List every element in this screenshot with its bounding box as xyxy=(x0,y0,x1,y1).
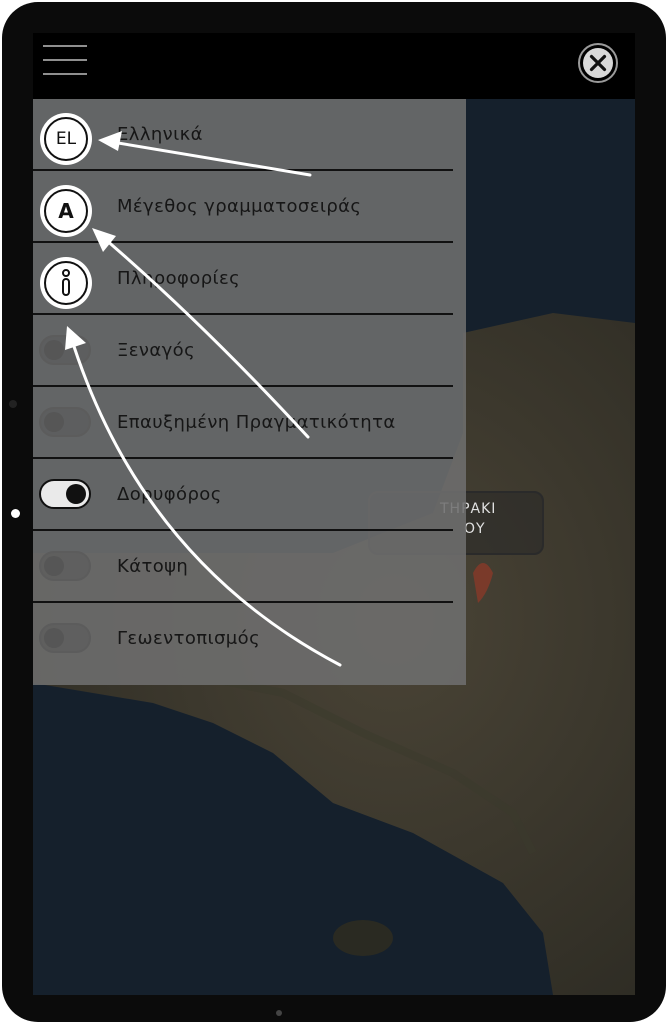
toggle-knob xyxy=(44,556,64,576)
guide-toggle[interactable] xyxy=(39,335,91,365)
menu-item-floorplan[interactable]: Κάτοψη xyxy=(33,531,466,603)
top-bar xyxy=(33,33,635,99)
menu-item-geolocation[interactable]: Γεωεντοπισμός xyxy=(33,603,466,675)
font-size-icon[interactable]: A xyxy=(40,185,92,237)
font-size-ring: A xyxy=(44,189,88,233)
toggle-knob xyxy=(44,412,64,432)
menu-item-label: Ελληνικά xyxy=(117,124,203,145)
toggle-knob xyxy=(44,628,64,648)
menu-item-guide[interactable]: Ξεναγός xyxy=(33,315,466,387)
toggle-knob xyxy=(66,484,86,504)
menu-item-satellite[interactable]: Δορυφόρος xyxy=(33,459,466,531)
language-el-icon[interactable]: EL xyxy=(40,113,92,165)
menu-item-font-size[interactable]: A Μέγεθος γραμματοσειράς xyxy=(33,171,466,243)
menu-item-label: Επαυξημένη Πραγματικότητα xyxy=(117,412,396,433)
satellite-toggle[interactable] xyxy=(39,479,91,509)
menu-item-label: Ξεναγός xyxy=(117,340,196,361)
menu-item-language[interactable]: EL Ελληνικά xyxy=(33,99,466,171)
menu-item-label: Πληροφορίες xyxy=(117,268,241,289)
geolocation-toggle[interactable] xyxy=(39,623,91,653)
menu-item-label: Μέγεθος γραμματοσειράς xyxy=(117,196,362,217)
info-ring xyxy=(44,261,88,305)
close-glyph xyxy=(583,48,613,78)
close-icon[interactable] xyxy=(578,43,618,83)
side-menu: EL Ελληνικά A Μέγεθος γραμματοσειράς Πλη… xyxy=(33,99,466,685)
language-el-text: EL xyxy=(55,129,77,149)
app-screen: ΤΗΡΑΚΙ ΟΥ EL Ελληνικά A Μέγεθος γραμματο… xyxy=(33,33,635,995)
menu-item-ar[interactable]: Επαυξημένη Πραγματικότητα xyxy=(33,387,466,459)
hamburger-icon[interactable] xyxy=(43,45,89,79)
menu-item-label: Κάτοψη xyxy=(117,556,189,577)
place-label-line2: ΟΥ xyxy=(464,521,486,537)
menu-item-label: Δορυφόρος xyxy=(117,484,222,505)
info-glyph xyxy=(62,269,70,296)
font-size-text: A xyxy=(58,199,74,223)
side-button xyxy=(9,400,17,408)
side-button xyxy=(11,509,20,518)
menu-item-info[interactable]: Πληροφορίες xyxy=(33,243,466,315)
toggle-knob xyxy=(44,340,64,360)
menu-item-label: Γεωεντοπισμός xyxy=(117,628,261,649)
floorplan-toggle[interactable] xyxy=(39,551,91,581)
info-icon[interactable] xyxy=(40,257,92,309)
ar-toggle[interactable] xyxy=(39,407,91,437)
bottom-camera xyxy=(276,1010,282,1016)
language-el-ring: EL xyxy=(44,117,88,161)
